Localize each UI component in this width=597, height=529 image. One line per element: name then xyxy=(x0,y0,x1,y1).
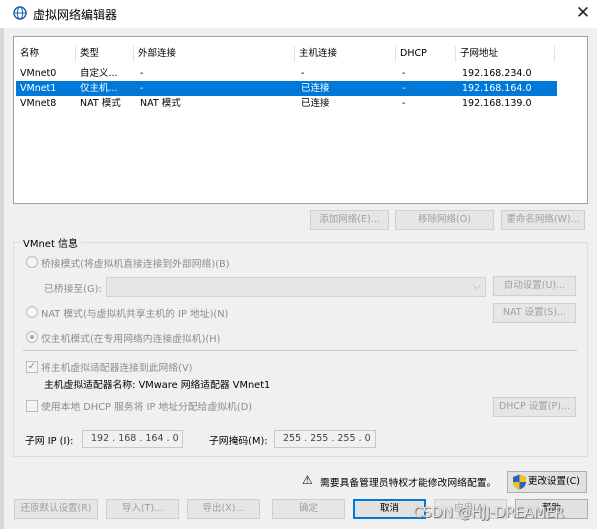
cell-external: NAT 模式 xyxy=(140,98,181,109)
vmnet-info-title: VMnet 信息 xyxy=(20,235,82,250)
dhcp-label: 使用本地 DHCP 服务将 IP 地址分配给虚拟机(D) xyxy=(41,402,253,413)
connect-adapter-checkbox[interactable]: ✓ xyxy=(26,361,38,373)
separator xyxy=(23,350,577,351)
cell-type: 自定义... xyxy=(80,68,118,79)
connect-adapter-label: 将主机虚拟适配器连接到此网络(V) xyxy=(41,363,193,374)
subnet-ip-input[interactable]: 192 . 168 . 164 . 0 xyxy=(82,430,183,448)
network-table[interactable]: 名称 类型 外部连接 主机连接 DHCP 子网地址 VMnet0 自定义... … xyxy=(13,36,588,204)
bridge-mode-label: 桥接模式(将虚拟机直接连接到外部网络)(B) xyxy=(41,259,230,270)
subnet-ip-label: 子网 IP (I): xyxy=(25,436,74,447)
add-network-button[interactable]: 添加网络(E)... xyxy=(310,210,389,230)
bridge-mode-radio[interactable] xyxy=(26,256,38,268)
rename-network-button[interactable]: 重命名网络(W)... xyxy=(501,210,585,230)
close-icon[interactable]: ✕ xyxy=(571,2,595,24)
watermark: CSDN @HJJ-DREAMER xyxy=(413,505,565,521)
restore-defaults-button[interactable]: 还原默认设置(R) xyxy=(14,499,98,519)
window-title: 虚拟网络编辑器 xyxy=(33,8,118,22)
bridged-to-select[interactable]: ⌵ xyxy=(106,277,486,297)
col-header-type[interactable]: 类型 xyxy=(76,46,134,62)
cell-name: VMnet8 xyxy=(20,98,57,109)
host-only-label: 仅主机模式(在专用网络内连接虚拟机)(H) xyxy=(41,334,221,345)
cell-type: NAT 模式 xyxy=(80,98,121,109)
cell-host: - xyxy=(301,68,305,79)
adapter-name-label: 主机虚拟适配器名称: VMware 网络适配器 VMnet1 xyxy=(44,380,271,391)
cell-subnet: 192.168.164.0 xyxy=(462,83,532,94)
nat-mode-label: NAT 模式(与虚拟机共享主机的 IP 地址)(N) xyxy=(41,309,229,320)
table-row-selected[interactable]: VMnet1 仅主机... - 已连接 - 192.168.164.0 xyxy=(16,81,557,96)
chevron-down-icon: ⌵ xyxy=(472,279,481,292)
change-settings-label: 更改设置(C) xyxy=(527,476,581,487)
table-row[interactable]: VMnet8 NAT 模式 NAT 模式 已连接 - 192.168.139.0 xyxy=(16,96,557,111)
cell-name: VMnet1 xyxy=(20,83,57,94)
nat-mode-radio[interactable] xyxy=(26,306,38,318)
cell-external: - xyxy=(140,83,144,94)
admin-notice: 需要具备管理员特权才能修改网络配置。 xyxy=(320,478,497,489)
col-header-subnet[interactable]: 子网地址 xyxy=(456,46,555,62)
subnet-mask-input[interactable]: 255 . 255 . 255 . 0 xyxy=(274,430,376,448)
ok-button[interactable]: 确定 xyxy=(272,499,345,519)
col-header-dhcp[interactable]: DHCP xyxy=(396,46,456,62)
remove-network-button[interactable]: 移除网络(O) xyxy=(395,210,494,230)
bridged-to-label: 已桥接至(G): xyxy=(44,284,102,295)
auto-settings-button[interactable]: 自动设置(U)... xyxy=(493,276,576,296)
shield-icon xyxy=(513,474,526,490)
cell-subnet: 192.168.234.0 xyxy=(462,68,532,79)
host-only-radio[interactable] xyxy=(26,331,38,343)
export-button[interactable]: 导出(X)... xyxy=(187,499,260,519)
cell-type: 仅主机... xyxy=(80,83,118,94)
cell-dhcp: - xyxy=(402,98,406,109)
change-settings-button[interactable]: 更改设置(C) xyxy=(507,471,587,493)
cell-external: - xyxy=(140,68,144,79)
cell-host: 已连接 xyxy=(301,98,330,109)
table-row[interactable]: VMnet0 自定义... - - - 192.168.234.0 xyxy=(16,66,557,81)
cell-host: 已连接 xyxy=(301,83,330,94)
col-header-name[interactable]: 名称 xyxy=(16,46,76,62)
col-header-host[interactable]: 主机连接 xyxy=(295,46,396,62)
col-header-external[interactable]: 外部连接 xyxy=(134,46,295,62)
warning-icon: ⚠ xyxy=(302,473,313,487)
vmware-network-icon xyxy=(13,6,27,20)
dialog-left-edge xyxy=(0,28,4,529)
cell-dhcp: - xyxy=(402,83,406,94)
cell-subnet: 192.168.139.0 xyxy=(462,98,532,109)
dhcp-settings-button[interactable]: DHCP 设置(P)... xyxy=(493,397,576,417)
import-button[interactable]: 导入(T)... xyxy=(106,499,179,519)
cell-dhcp: - xyxy=(402,68,406,79)
cell-name: VMnet0 xyxy=(20,68,57,79)
nat-settings-button[interactable]: NAT 设置(S)... xyxy=(493,303,576,323)
subnet-mask-label: 子网掩码(M): xyxy=(209,436,268,447)
dhcp-checkbox[interactable] xyxy=(26,400,38,412)
